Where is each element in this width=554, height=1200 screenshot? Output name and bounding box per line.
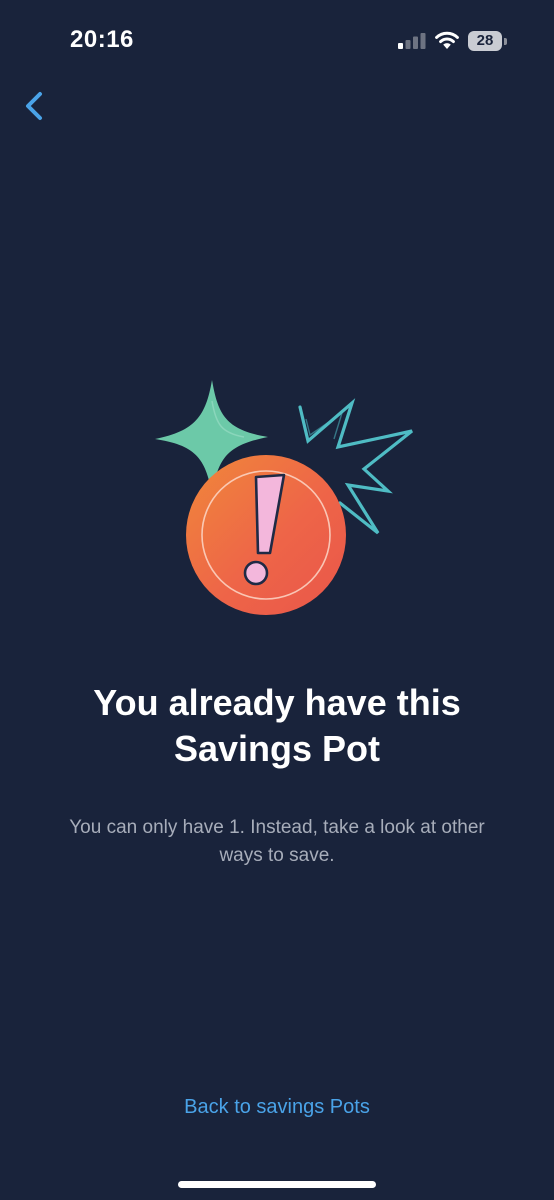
chevron-left-icon	[26, 92, 42, 120]
home-indicator[interactable]	[178, 1181, 376, 1188]
status-time: 20:16	[70, 26, 134, 53]
page-title: You already have this Savings Pot	[93, 682, 461, 769]
exclamation-coin-icon	[186, 455, 346, 615]
signal-icon	[398, 33, 426, 49]
battery-level: 28	[476, 32, 494, 49]
info-message: You can only have 1. Instead, take a loo…	[69, 817, 485, 866]
battery-icon: 28	[468, 31, 508, 51]
back-button[interactable]	[14, 84, 54, 128]
back-to-savings-pots-button[interactable]: Back to savings Pots	[100, 1096, 454, 1119]
wifi-icon	[435, 31, 459, 49]
status-bar: 20:16 28	[0, 0, 554, 80]
illustration	[155, 380, 413, 615]
battery-cap	[504, 38, 507, 45]
